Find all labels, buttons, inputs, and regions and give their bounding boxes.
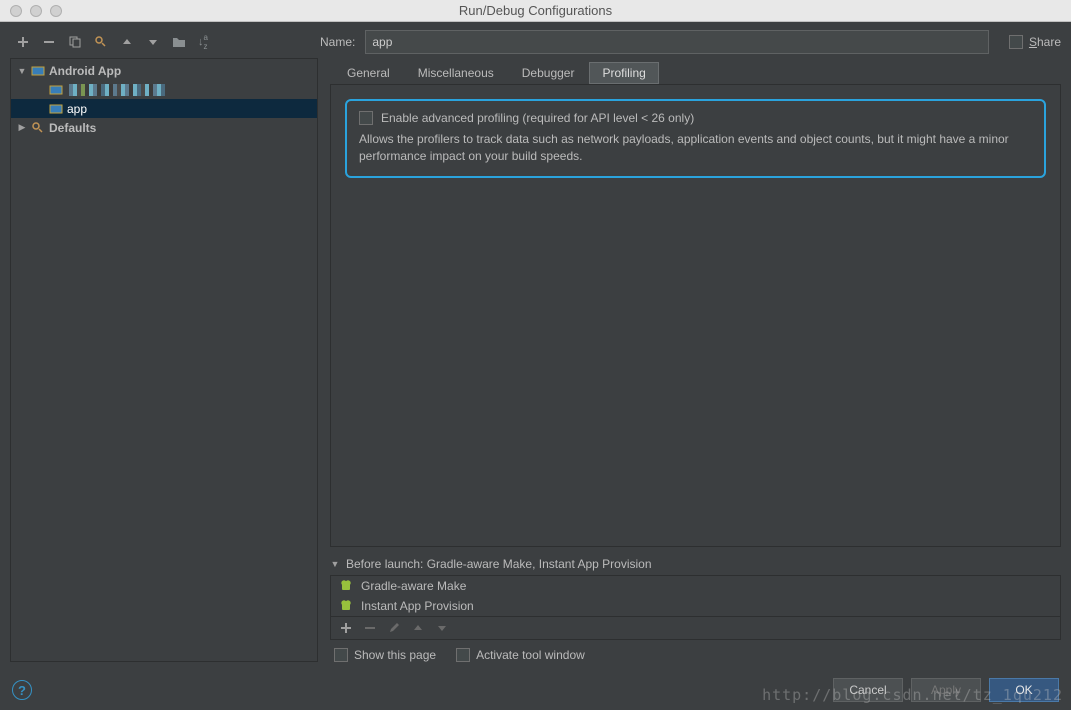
- ok-button[interactable]: OK: [989, 678, 1059, 702]
- tree-node-defaults[interactable]: ▶ Defaults: [11, 118, 317, 137]
- share-label: SSharehare: [1029, 35, 1061, 49]
- move-down-icon[interactable]: [146, 35, 160, 49]
- cancel-button[interactable]: Cancel: [833, 678, 903, 702]
- tree-node-android-app[interactable]: ▼ Android App: [11, 61, 317, 80]
- tab-general[interactable]: General: [334, 62, 403, 84]
- list-item[interactable]: Instant App Provision: [331, 596, 1060, 616]
- profiling-description: Allows the profilers to track data such …: [359, 131, 1032, 166]
- tree-node-label: Android App: [49, 64, 121, 78]
- android-app-icon: [31, 64, 45, 78]
- move-down-icon[interactable]: [435, 621, 449, 635]
- dialog-footer: ? Cancel Apply OK: [0, 670, 1071, 710]
- remove-task-icon[interactable]: [363, 621, 377, 635]
- config-tree: ▼ Android App: [10, 58, 318, 662]
- android-robot-icon: [339, 599, 353, 613]
- tab-profiling[interactable]: Profiling: [589, 62, 658, 84]
- tab-miscellaneous[interactable]: Miscellaneous: [405, 62, 507, 84]
- profiling-panel: Enable advanced profiling (required for …: [330, 84, 1061, 547]
- share-checkbox-wrap[interactable]: SSharehare: [1009, 35, 1061, 49]
- list-item-label: Gradle-aware Make: [361, 579, 466, 593]
- sort-icon[interactable]: ↓a z: [198, 35, 212, 49]
- enable-advanced-profiling-label: Enable advanced profiling (required for …: [381, 111, 694, 125]
- zoom-window-icon[interactable]: [50, 5, 62, 17]
- before-launch-toolbar: [330, 617, 1061, 640]
- tree-node-label: Defaults: [49, 121, 96, 135]
- profiling-callout: Enable advanced profiling (required for …: [345, 99, 1046, 178]
- close-window-icon[interactable]: [10, 5, 22, 17]
- before-launch-section: ▼ Before launch: Gradle-aware Make, Inst…: [330, 557, 1061, 662]
- show-this-page-label: Show this page: [354, 648, 436, 662]
- android-app-icon: [49, 102, 63, 116]
- activate-tool-window-label: Activate tool window: [476, 648, 585, 662]
- before-launch-header: Before launch: Gradle-aware Make, Instan…: [346, 557, 652, 571]
- tree-node-app[interactable]: app: [11, 99, 317, 118]
- config-toolbar: ↓a z: [10, 35, 320, 49]
- window-controls: [10, 5, 62, 17]
- folder-icon[interactable]: [172, 35, 186, 49]
- remove-config-icon[interactable]: [42, 35, 56, 49]
- apply-button[interactable]: Apply: [911, 678, 981, 702]
- obscured-label: [69, 84, 165, 96]
- before-launch-list: Gradle-aware Make Instant App Provision: [330, 575, 1061, 617]
- window-title: Run/Debug Configurations: [459, 3, 612, 18]
- name-label: Name:: [320, 35, 355, 49]
- tree-node-obscured[interactable]: [11, 80, 317, 99]
- chevron-right-icon: ▶: [17, 122, 27, 133]
- add-task-icon[interactable]: [339, 621, 353, 635]
- enable-advanced-profiling-checkbox[interactable]: [359, 111, 373, 125]
- chevron-down-icon[interactable]: ▼: [330, 559, 340, 569]
- list-item-label: Instant App Provision: [361, 599, 474, 613]
- android-app-icon: [49, 83, 63, 97]
- add-config-icon[interactable]: [16, 35, 30, 49]
- chevron-down-icon: ▼: [17, 66, 27, 76]
- tab-debugger[interactable]: Debugger: [509, 62, 588, 84]
- wrench-config-icon[interactable]: [94, 35, 108, 49]
- show-this-page-checkbox[interactable]: [334, 648, 348, 662]
- help-icon[interactable]: ?: [12, 680, 32, 700]
- android-robot-icon: [339, 579, 353, 593]
- share-checkbox[interactable]: [1009, 35, 1023, 49]
- activate-tool-window-option[interactable]: Activate tool window: [456, 648, 585, 662]
- list-item[interactable]: Gradle-aware Make: [331, 576, 1060, 596]
- activate-tool-window-checkbox[interactable]: [456, 648, 470, 662]
- wrench-icon: [31, 121, 45, 135]
- tree-node-label: app: [67, 102, 87, 116]
- edit-task-icon[interactable]: [387, 621, 401, 635]
- show-this-page-option[interactable]: Show this page: [334, 648, 436, 662]
- top-row: ↓a z Name: SSharehare: [0, 22, 1071, 58]
- tab-bar: General Miscellaneous Debugger Profiling: [330, 58, 1061, 84]
- name-input[interactable]: [365, 30, 989, 54]
- copy-config-icon[interactable]: [68, 35, 82, 49]
- move-up-icon[interactable]: [411, 621, 425, 635]
- move-up-icon[interactable]: [120, 35, 134, 49]
- title-bar: Run/Debug Configurations: [0, 0, 1071, 22]
- minimize-window-icon[interactable]: [30, 5, 42, 17]
